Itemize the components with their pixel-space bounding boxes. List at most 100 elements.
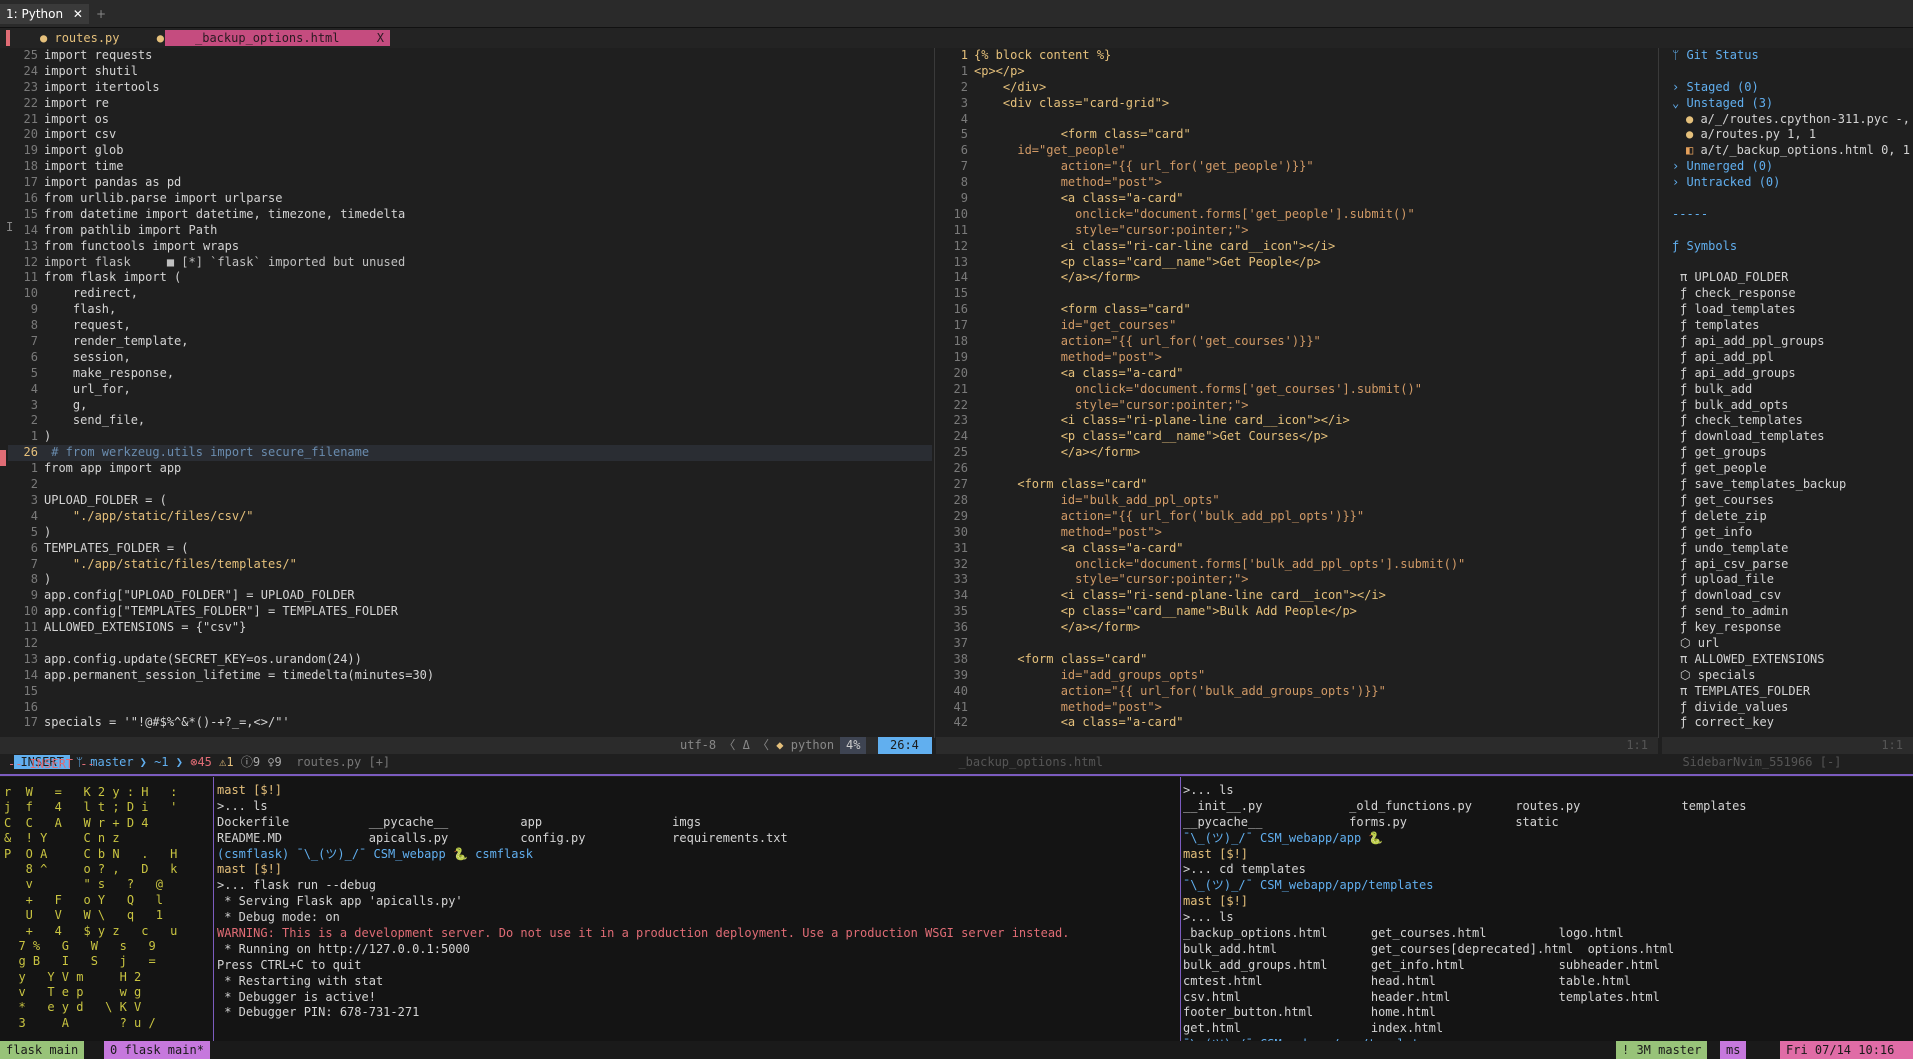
code-line[interactable]: 6 id="get_people" (938, 143, 1654, 159)
git-file-item[interactable]: ● a/_/routes.cpython-311.pyc -, (1672, 112, 1913, 128)
terminal-pane-flask[interactable]: mast [$!] >... ls Dockerfile __pycache__ a… (217, 783, 1177, 1041)
symbol-item[interactable]: ƒ bulk_add (1672, 382, 1913, 398)
close-icon[interactable]: X (377, 30, 384, 46)
code-line[interactable]: 13 from functools import wraps (8, 239, 932, 255)
editor-pane-backup-options[interactable]: 1 {% block content %} 1 <p></p> 2 </div> 3 <d… (938, 48, 1654, 736)
code-line[interactable]: 10 redirect, (8, 286, 932, 302)
git-unmerged[interactable]: › Unmerged (0) (1672, 159, 1913, 175)
code-line[interactable]: 2 send_file, (8, 413, 932, 429)
code-line[interactable]: 7 render_template, (8, 334, 932, 350)
code-line[interactable]: 34 <i class="ri-send-plane-line card__ic… (938, 588, 1654, 604)
code-line[interactable]: 14 app.permanent_session_lifetime = timed… (8, 668, 932, 684)
code-line[interactable]: 38 <form class="card" (938, 652, 1654, 668)
symbol-item[interactable]: ƒ download_csv (1672, 588, 1913, 604)
code-line[interactable]: 25 </a></form> (938, 445, 1654, 461)
code-line[interactable]: 30 method="post"> (938, 525, 1654, 541)
symbol-item[interactable]: ƒ key_response (1672, 620, 1913, 636)
code-line[interactable]: 24 import shutil (8, 64, 932, 80)
code-line[interactable]: 9 app.config["UPLOAD_FOLDER"] = UPLOAD_FO… (8, 588, 932, 604)
code-line[interactable]: 21 import os (8, 112, 932, 128)
symbol-item[interactable]: ƒ get_people (1672, 461, 1913, 477)
code-line[interactable]: 3 UPLOAD_FOLDER = ( (8, 493, 932, 509)
code-line[interactable]: 7 "./app/static/files/templates/" (8, 557, 932, 573)
symbol-item[interactable]: ƒ api_add_groups (1672, 366, 1913, 382)
symbol-item[interactable]: ƒ check_templates (1672, 413, 1913, 429)
code-line[interactable]: 2 </div> (938, 80, 1654, 96)
code-line[interactable]: 6 session, (8, 350, 932, 366)
symbol-item[interactable]: ƒ get_courses (1672, 493, 1913, 509)
code-line[interactable]: 19 import glob (8, 143, 932, 159)
code-line[interactable]: 16 (8, 700, 932, 716)
code-line[interactable]: 37 (938, 636, 1654, 652)
code-line[interactable]: 17 specials = '"!@#$%^&*()-+?_=,<>/"' (8, 715, 932, 731)
symbol-item[interactable]: ƒ templates (1672, 318, 1913, 334)
code-line[interactable]: 8 method="post"> (938, 175, 1654, 191)
code-line[interactable]: 12 (8, 636, 932, 652)
code-line[interactable]: 9 <a class="a-card" (938, 191, 1654, 207)
code-line[interactable]: 24 <p class="card__name">Get Courses</p> (938, 429, 1654, 445)
code-line[interactable]: 41 method="post"> (938, 700, 1654, 716)
symbols-header[interactable]: ƒ Symbols (1672, 239, 1913, 255)
tmux-session[interactable]: flask main (0, 1041, 85, 1059)
code-line[interactable]: 7 action="{{ url_for('get_people')}}" (938, 159, 1654, 175)
code-line[interactable]: 11 from flask import ( (8, 270, 932, 286)
code-line[interactable]: 4 "./app/static/files/csv/" (8, 509, 932, 525)
symbol-item[interactable]: ƒ undo_template (1672, 541, 1913, 557)
symbol-item[interactable]: ƒ get_info (1672, 525, 1913, 541)
matrix-pane[interactable]: r W = K 2 y : H :j f 4 l t ; D i ' C C A … (4, 785, 210, 1035)
code-line[interactable]: 1 <p></p> (938, 64, 1654, 80)
symbol-item[interactable]: π UPLOAD_FOLDER (1672, 270, 1913, 286)
symbol-item[interactable]: ƒ upload_file (1672, 572, 1913, 588)
code-line[interactable]: 13 <p class="card__name">Get People</p> (938, 255, 1654, 271)
code-line[interactable]: 1) (8, 429, 932, 445)
symbol-item[interactable]: ƒ send_to_admin (1672, 604, 1913, 620)
code-line[interactable]: 15 from datetime import datetime, timezon… (8, 207, 932, 223)
code-line[interactable]: 14 from pathlib import Path (8, 223, 932, 239)
code-line[interactable]: 29 action="{{ url_for('bulk_add_ppl_opts… (938, 509, 1654, 525)
code-line[interactable]: 42 <a class="a-card" (938, 715, 1654, 731)
code-line[interactable]: 5) (8, 525, 932, 541)
git-file-item[interactable]: ● a/routes.py 1, 1 (1672, 127, 1913, 143)
code-line[interactable]: 12 import flask ■ [*] `flask` imported bu… (8, 255, 932, 271)
code-line[interactable]: 20 import csv (8, 127, 932, 143)
code-line[interactable]: 9 flash, (8, 302, 932, 318)
terminal-pane-templates[interactable]: >... ls __init__.py _old_functions.py rou… (1183, 783, 1911, 1041)
code-line[interactable]: 36 </a></form> (938, 620, 1654, 636)
code-line[interactable]: 32 onclick="document.forms['bulk_add_ppl… (938, 557, 1654, 573)
git-file-item[interactable]: ◧ a/t/_backup_options.html 0, 1 (1672, 143, 1913, 159)
symbol-item[interactable]: ƒ divide_values (1672, 700, 1913, 716)
code-line[interactable]: 5 make_response, (8, 366, 932, 382)
branch-name[interactable]: master (90, 755, 133, 769)
symbol-item[interactable]: ƒ get_groups (1672, 445, 1913, 461)
code-line[interactable]: 19 method="post"> (938, 350, 1654, 366)
close-icon[interactable]: ✕ (73, 7, 83, 21)
code-line[interactable]: 31 <a class="a-card" (938, 541, 1654, 557)
symbol-item[interactable]: ƒ download_templates (1672, 429, 1913, 445)
git-status-header[interactable]: ᛘ Git Status (1672, 48, 1913, 64)
buffer-routes-py[interactable]: ● routes.py ● (40, 30, 164, 46)
code-line[interactable]: 1 from app import app (8, 461, 932, 477)
code-line[interactable]: 11 style="cursor:pointer;"> (938, 223, 1654, 239)
git-unstaged[interactable]: ⌄ Unstaged (3) (1672, 96, 1913, 112)
code-line[interactable]: 22 style="cursor:pointer;"> (938, 398, 1654, 414)
code-line[interactable]: 2 (8, 477, 932, 493)
code-line[interactable]: 3 g, (8, 398, 932, 414)
code-line[interactable]: 33 style="cursor:pointer;"> (938, 572, 1654, 588)
symbol-item[interactable]: ƒ delete_zip (1672, 509, 1913, 525)
terminal-tab-python[interactable]: 1: Python ✕ (0, 4, 89, 24)
code-line[interactable]: 10 app.config["TEMPLATES_FOLDER"] = TEMPL… (8, 604, 932, 620)
symbol-item[interactable]: ƒ load_templates (1672, 302, 1913, 318)
code-line[interactable]: 15 (8, 684, 932, 700)
code-line[interactable]: 12 <i class="ri-car-line card__icon"></i… (938, 239, 1654, 255)
code-line[interactable]: 3 <div class="card-grid"> (938, 96, 1654, 112)
code-line[interactable]: 21 onclick="document.forms['get_courses'… (938, 382, 1654, 398)
symbol-item[interactable]: ƒ api_add_ppl_groups (1672, 334, 1913, 350)
tmux-window[interactable]: 0 flask main* (104, 1041, 210, 1059)
code-line[interactable]: 17 id="get_courses" (938, 318, 1654, 334)
code-line[interactable]: 13 app.config.update(SECRET_KEY=os.urando… (8, 652, 932, 668)
code-line[interactable]: 22 import re (8, 96, 932, 112)
code-line[interactable]: 6 TEMPLATES_FOLDER = ( (8, 541, 932, 557)
code-line[interactable]: 16 from urllib.parse import urlparse (8, 191, 932, 207)
code-line[interactable]: 28 id="bulk_add_ppl_opts" (938, 493, 1654, 509)
code-line[interactable]: 18 import time (8, 159, 932, 175)
